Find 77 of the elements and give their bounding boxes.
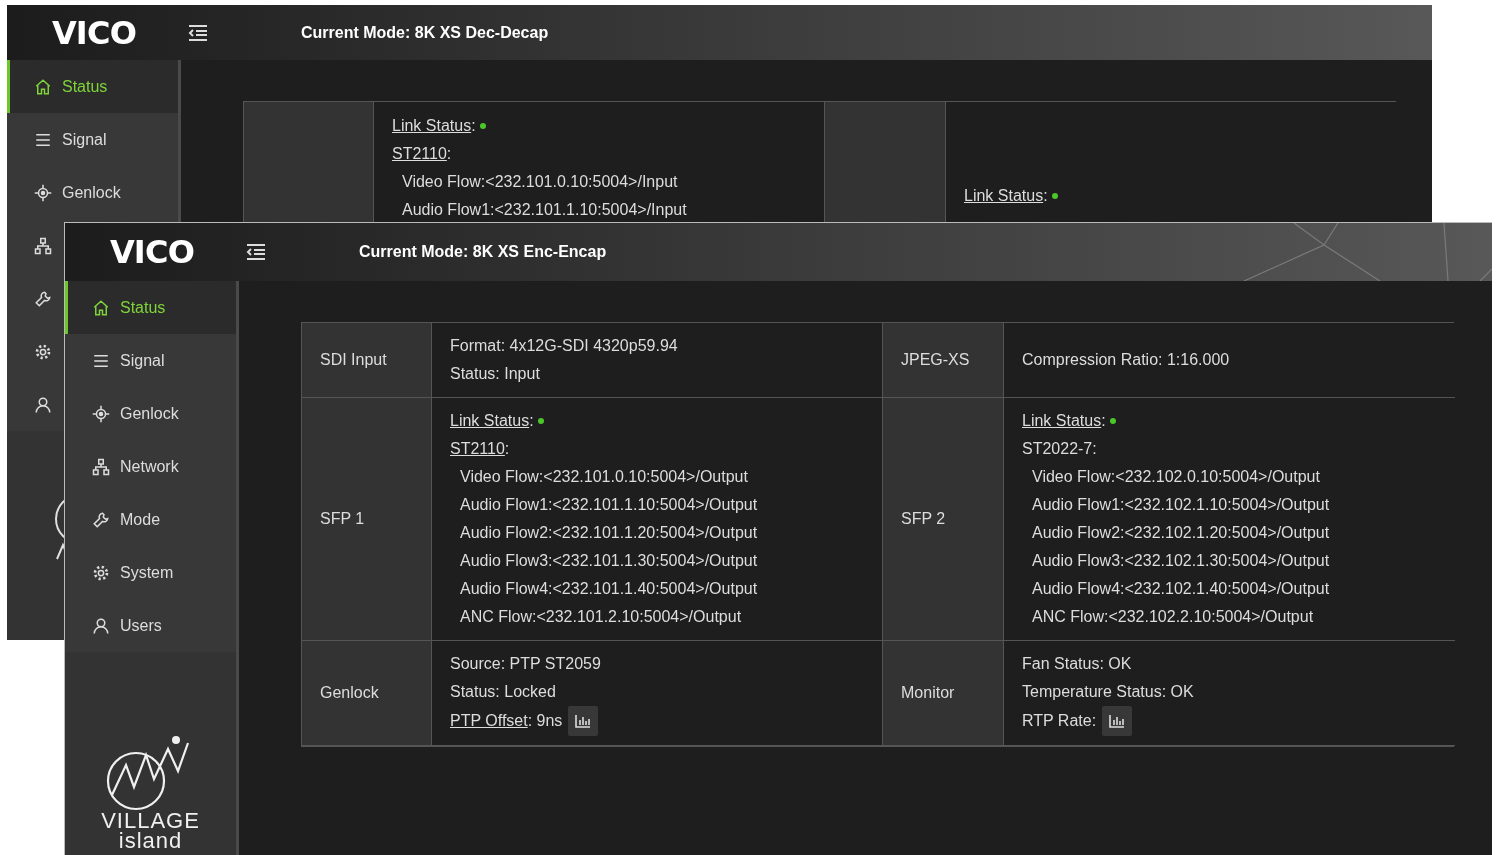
info-line: Audio Flow4:<232.101.1.40:5004>/Output <box>460 579 758 599</box>
table-row-header: SFP 1 <box>302 398 431 641</box>
info-line: ANC Flow:<232.101.2.10:5004>/Output <box>460 607 742 627</box>
sidebar-item[interactable]: Signal <box>7 113 178 166</box>
chart-button[interactable] <box>1102 706 1133 736</box>
info-line: Temperature Status: OK <box>1022 682 1194 702</box>
settings-icon <box>34 342 52 361</box>
brand-subtitle: island <box>118 831 183 851</box>
info-line: PTP Offset: 9ns <box>450 711 563 731</box>
chart-button[interactable] <box>568 706 599 736</box>
sidebar-item[interactable]: Genlock <box>65 387 236 440</box>
info-link[interactable]: Link Status <box>1022 412 1102 429</box>
sidebar-toggle-button[interactable] <box>245 242 267 262</box>
info-line: Compression Ratio: 1:16.000 <box>1022 350 1230 370</box>
info-line: Audio Flow1:<232.101.1.10:5004>/Input <box>402 200 687 220</box>
info-line: Video Flow:<232.102.0.10:5004>/Output <box>1032 467 1320 487</box>
table-row-header: SDI Input <box>302 323 431 398</box>
sidebar-item[interactable]: System <box>65 546 236 599</box>
info-line: Audio Flow1:<232.102.1.10:5004>/Output <box>1032 495 1330 515</box>
sidebar-item[interactable]: Users <box>65 599 236 652</box>
crosshair-icon <box>92 404 110 423</box>
info-line: Audio Flow4:<232.102.1.40:5004>/Output <box>1032 579 1330 599</box>
info-line: Status: Input <box>450 364 540 384</box>
sidebar-item[interactable]: Status <box>65 281 236 334</box>
sidebar-item[interactable]: Network <box>65 440 236 493</box>
info-line: Status: Locked <box>450 682 556 702</box>
info-link[interactable]: Link Status <box>450 412 530 429</box>
info-line: ST2022-7: <box>1022 439 1097 459</box>
table-row-header: Genlock <box>302 641 431 746</box>
app-logo: VICO <box>108 232 196 273</box>
table-row-header: SFP 2 <box>882 398 1003 641</box>
brand-name: VILLAGE <box>101 811 200 831</box>
table-row-header: JPEG-XS <box>882 323 1003 398</box>
info-line: Link Status: <box>392 116 476 136</box>
sidebar-toggle-button[interactable] <box>187 22 209 43</box>
info-line: Format: 4x12G-SDI 4320p59.94 <box>450 336 678 356</box>
bar-chart-icon <box>1109 714 1126 728</box>
info-line: ST2110: <box>392 144 452 164</box>
info-line: Video Flow:<232.101.0.10:5004>/Input <box>402 172 678 192</box>
info-line: Audio Flow3:<232.101.1.30:5004>/Output <box>460 551 758 571</box>
info-line: Source: PTP ST2059 <box>450 654 601 674</box>
network-icon <box>34 236 52 255</box>
wrench-icon <box>34 289 52 308</box>
info-line: Video Flow:<232.101.0.10:5004>/Output <box>460 467 748 487</box>
info-line: Audio Flow3:<232.102.1.30:5004>/Output <box>1032 551 1330 571</box>
crosshair-icon <box>34 183 52 202</box>
info-line: RTP Rate: <box>1022 711 1097 731</box>
settings-icon <box>92 563 110 582</box>
info-line: Audio Flow1:<232.101.1.10:5004>/Output <box>460 495 758 515</box>
info-link[interactable]: ST2110 <box>450 440 505 457</box>
info-line: Fan Status: OK <box>1022 654 1132 674</box>
home-icon <box>34 77 52 96</box>
app-logo: VICO <box>50 12 138 54</box>
info-line: Link Status: <box>964 186 1048 206</box>
sidebar-item[interactable]: Signal <box>65 334 236 387</box>
bar-chart-icon <box>575 714 592 728</box>
info-line: ANC Flow:<232.102.2.10:5004>/Output <box>1032 607 1314 627</box>
mode-title: Current Mode: 8K XS Dec-Decap <box>301 22 549 43</box>
network-icon <box>92 457 110 476</box>
mode-title: Current Mode: 8K XS Enc-Encap <box>359 242 607 262</box>
sidebar-item[interactable]: Mode <box>65 493 236 546</box>
info-line: Link Status: <box>1022 411 1106 431</box>
info-line: ST2110: <box>450 439 510 459</box>
info-link[interactable]: Link Status <box>964 187 1044 204</box>
info-line: Audio Flow2:<232.101.1.20:5004>/Output <box>460 523 758 543</box>
info-line: Link Status: <box>450 411 534 431</box>
user-icon <box>34 395 52 414</box>
table-row-header: Monitor <box>882 641 1003 746</box>
info-line: Audio Flow2:<232.102.1.20:5004>/Output <box>1032 523 1330 543</box>
user-icon <box>92 616 110 635</box>
info-link[interactable]: PTP Offset <box>450 712 528 729</box>
info-link[interactable]: Link Status <box>392 117 472 134</box>
sidebar-item[interactable]: Status <box>7 60 178 113</box>
info-link[interactable]: ST2110 <box>392 145 447 162</box>
wrench-icon <box>92 510 110 529</box>
home-icon <box>92 298 110 317</box>
sidebar-item[interactable]: Genlock <box>7 166 178 219</box>
